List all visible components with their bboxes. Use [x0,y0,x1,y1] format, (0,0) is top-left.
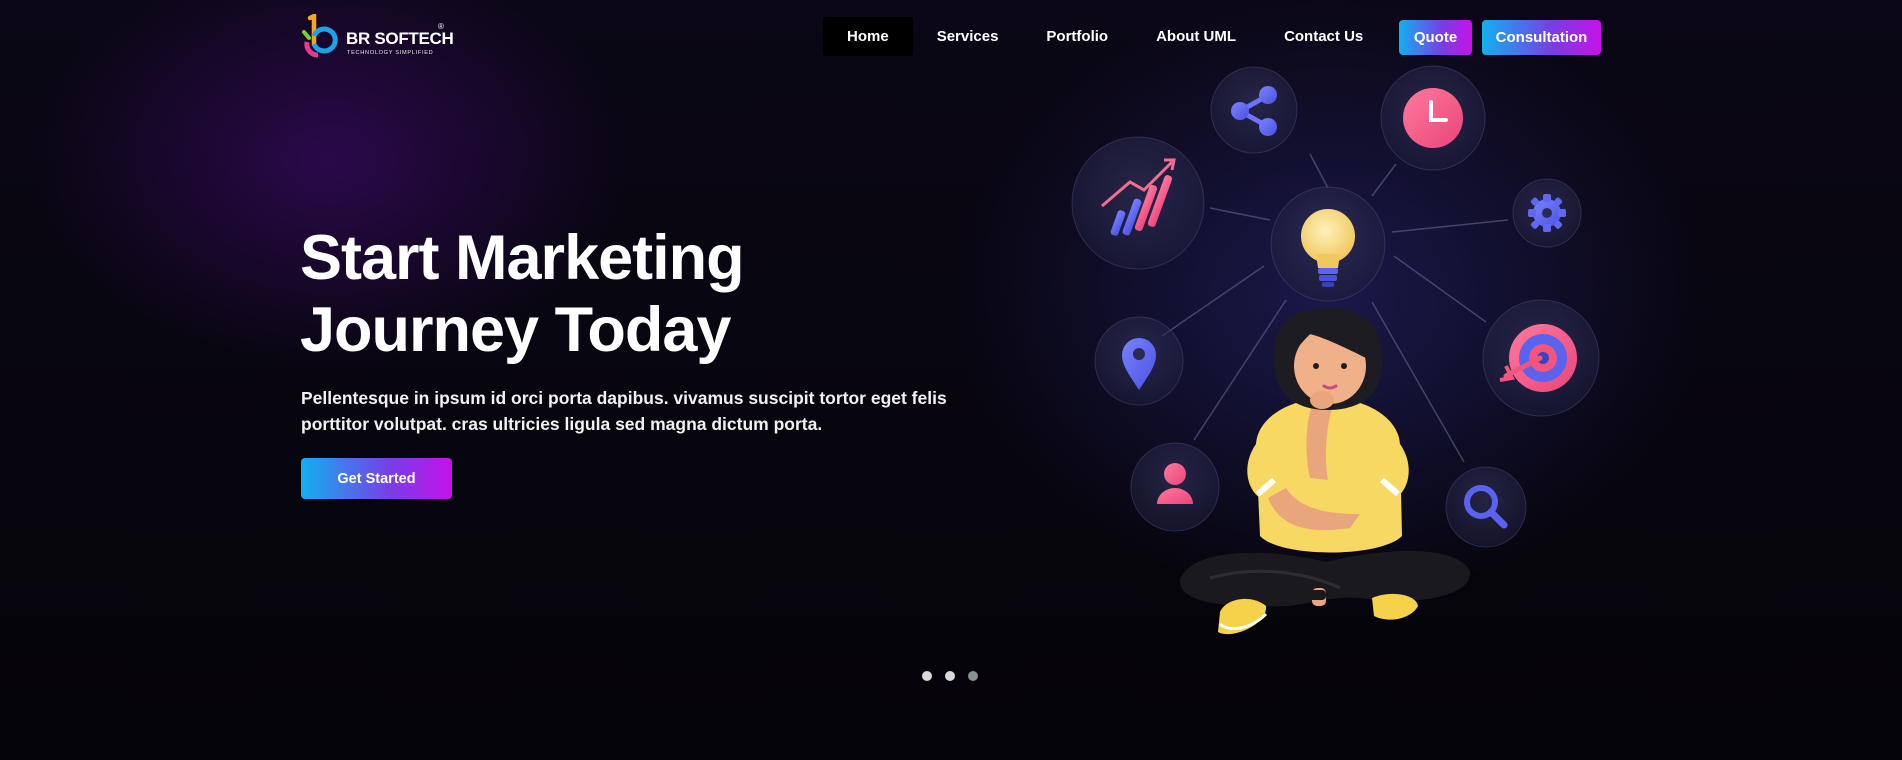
hero-description: Pellentesque in ipsum id orci porta dapi… [301,385,981,437]
growth-chart-icon [1071,136,1205,270]
target-icon [1482,299,1600,417]
hero-illustration [1060,58,1620,668]
brand-logo[interactable]: BR SOFTECH ® TECHNOLOGY SIMPLIFIED [300,14,454,60]
carousel-dot-1[interactable] [922,671,932,681]
illustration-canvas [1071,65,1600,635]
nav-item-about-uml[interactable]: About UML [1132,17,1260,56]
gear-icon [1512,178,1582,248]
get-started-button[interactable]: Get Started [301,458,452,499]
carousel-dots [922,671,978,681]
carousel-dot-2[interactable] [945,671,955,681]
nav-item-portfolio[interactable]: Portfolio [1022,17,1132,56]
location-pin-icon [1094,316,1184,406]
search-icon [1445,466,1527,548]
lightbulb-icon [1270,186,1386,302]
registered-mark: ® [438,22,444,31]
hero-description-line2: porttitor volutpat. cras ultricies ligul… [301,414,823,434]
user-icon [1130,442,1220,532]
hero-headline: Start Marketing Journey Today [300,222,745,366]
nav-item-services[interactable]: Services [913,17,1023,56]
logo-mark-icon [302,14,338,58]
hero-headline-line2: Journey Today [300,295,731,365]
thinking-woman-figure [1179,308,1471,635]
share-icon [1210,66,1298,154]
nav-item-contact-us[interactable]: Contact Us [1260,17,1387,56]
consultation-button[interactable]: Consultation [1482,20,1601,55]
hero-headline-line1: Start Marketing [300,223,745,293]
brand-tagline: TECHNOLOGY SIMPLIFIED [347,50,434,56]
nav-item-home[interactable]: Home [823,17,913,56]
hero-section: BR SOFTECH ® TECHNOLOGY SIMPLIFIED Home … [0,0,1902,760]
brand-name: BR SOFTECH [346,29,454,48]
hero-description-line1: Pellentesque in ipsum id orci porta dapi… [301,388,947,408]
carousel-dot-3[interactable] [968,671,978,681]
clock-icon [1380,65,1486,171]
main-nav: Home Services Portfolio About UML Contac… [823,17,1387,56]
quote-button[interactable]: Quote [1399,20,1472,55]
